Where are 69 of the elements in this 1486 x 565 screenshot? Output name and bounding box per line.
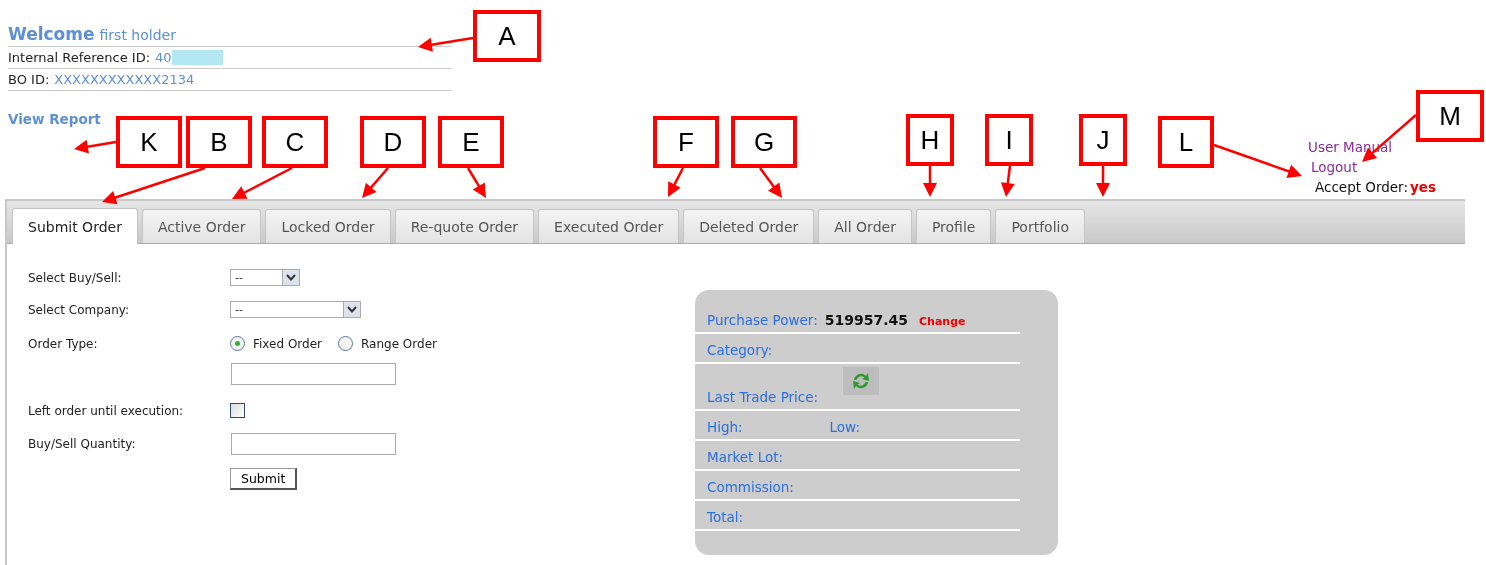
info-label: Commission: <box>707 479 794 495</box>
field-label: Buy/Sell Quantity: <box>28 437 136 451</box>
callout-label: D <box>360 116 426 168</box>
callout-label: E <box>438 116 504 168</box>
callout-label: A <box>473 10 541 62</box>
tab[interactable]: Re-quote Order <box>394 209 535 243</box>
info-label: Last Trade Price: <box>707 389 819 405</box>
info-label: Category: <box>707 342 773 358</box>
callout-label: G <box>731 116 797 168</box>
input-field[interactable] <box>231 363 396 385</box>
field-label: Select Buy/Sell: <box>28 270 122 285</box>
radio-button[interactable] <box>230 336 245 351</box>
tab[interactable]: Executed Order <box>538 209 680 243</box>
accept-order-label: Accept Order: <box>1315 179 1408 195</box>
callout-label: M <box>1416 90 1484 142</box>
callout-label: J <box>1079 114 1127 166</box>
callout-arrow <box>923 166 937 197</box>
callout-label: I <box>985 114 1033 166</box>
callout-arrow <box>759 167 782 198</box>
callout-arrow <box>362 167 389 198</box>
purchase-power-value: 519957.45 <box>824 312 908 328</box>
tab[interactable]: Locked Order <box>265 209 391 243</box>
radio-label: Range Order <box>361 336 437 351</box>
callout-arrow <box>418 36 474 52</box>
callout-label: F <box>653 116 719 168</box>
callout-label: B <box>186 116 252 168</box>
holder-name: first holder <box>99 27 176 43</box>
field-value: 40 <box>155 50 172 65</box>
tab[interactable]: Submit Order <box>12 208 138 244</box>
tab[interactable]: All Order <box>818 209 912 243</box>
dropdown[interactable]: -- <box>230 301 361 318</box>
field-value: XXXXXXXXXXXX2134 <box>54 72 195 87</box>
callout-label: L <box>1158 116 1214 168</box>
field-label: Internal Reference ID: <box>8 50 151 65</box>
submit-button[interactable]: Submit <box>230 468 298 490</box>
callout-label: H <box>906 114 954 166</box>
input-field[interactable] <box>231 433 396 455</box>
callout-arrow <box>1096 166 1110 197</box>
info-label: Market Lot: <box>707 449 784 465</box>
caret-icon <box>286 274 296 281</box>
dropdown[interactable]: -- <box>230 269 300 286</box>
checkbox[interactable] <box>230 403 245 418</box>
field-label: BO ID: <box>8 72 50 87</box>
callout-arrow <box>74 139 117 154</box>
tab[interactable]: Active Order <box>141 209 262 243</box>
field-label: Select Company: <box>28 302 130 317</box>
callout-arrow <box>1000 165 1015 197</box>
radio-button[interactable] <box>338 336 353 351</box>
callout-label: C <box>262 116 328 168</box>
caret-icon <box>347 306 357 313</box>
radio-label: Fixed Order <box>253 336 322 351</box>
tab[interactable]: Deleted Order <box>683 209 815 243</box>
callout-arrow <box>668 167 685 197</box>
field-label: Left order until execution: <box>28 403 184 418</box>
callout-arrow <box>232 166 293 199</box>
callout-arrow <box>466 167 486 198</box>
welcome-title: Welcome <box>8 24 95 44</box>
info-label: Total: <box>707 509 744 525</box>
refresh-icon[interactable] <box>843 367 880 395</box>
callout-label: K <box>116 116 182 168</box>
logout-link[interactable]: Logout <box>1311 159 1486 179</box>
tab[interactable]: Profile <box>915 209 992 243</box>
info-label: Low: <box>829 419 860 435</box>
info-label: Purchase Power: <box>707 312 818 328</box>
field-label: Order Type: <box>28 336 98 351</box>
info-label: High: <box>707 419 743 435</box>
view-report-link[interactable]: View Report <box>8 111 101 127</box>
accept-order-value: yes <box>1410 179 1436 195</box>
tab[interactable]: Portfolio <box>995 209 1085 243</box>
